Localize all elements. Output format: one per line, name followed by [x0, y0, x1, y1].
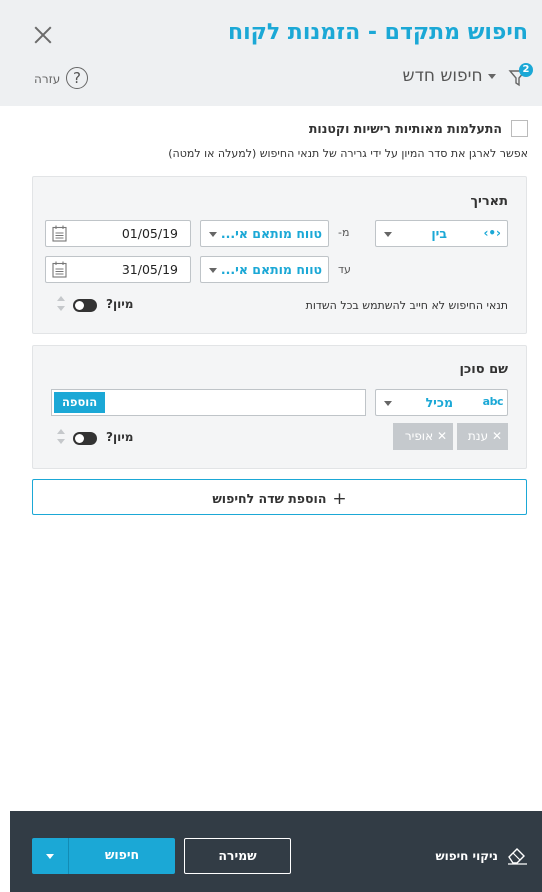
from-range-mode-value: טווח מותאם אי...: [220, 226, 322, 241]
clear-search-label[interactable]: ניקוי חיפוש: [435, 849, 498, 863]
sort-label: מיון?: [106, 430, 134, 444]
chevron-down-icon: [209, 268, 217, 273]
plus-icon: +: [332, 489, 347, 509]
sort-toggle[interactable]: [73, 432, 97, 445]
date-operator-dropdown[interactable]: ‹•› בין: [375, 220, 508, 247]
value-chip[interactable]: ✕ ענת: [457, 423, 508, 450]
new-search-dropdown[interactable]: חיפוש חדש: [403, 66, 502, 86]
to-date-input[interactable]: 31/05/19: [45, 256, 191, 283]
eraser-icon[interactable]: [506, 845, 528, 865]
chevron-down-icon: [384, 401, 392, 406]
to-range-mode-value: טווח מותאם אי...: [220, 262, 322, 277]
chevron-down-icon: [384, 232, 392, 237]
help-label[interactable]: עזרה: [34, 72, 60, 86]
date-panel-title: תאריך: [470, 194, 508, 209]
chip-remove-icon[interactable]: ✕: [437, 429, 447, 443]
filter-count-badge: 2: [519, 63, 533, 77]
new-search-label: חיפוש חדש: [402, 66, 483, 86]
close-icon[interactable]: [34, 26, 52, 44]
from-range-mode-dropdown[interactable]: טווח מותאם אי...: [200, 220, 329, 247]
sort-arrows-icon[interactable]: [56, 296, 66, 312]
save-button[interactable]: שמירה: [184, 838, 291, 874]
from-date-value: 01/05/19: [121, 226, 178, 241]
to-date-value: 31/05/19: [121, 262, 178, 277]
sort-label: מיון?: [106, 297, 134, 311]
sort-arrows-icon[interactable]: [56, 429, 66, 445]
text-type-icon: abc: [482, 395, 504, 408]
agent-panel-title: שם סוכן: [459, 362, 508, 377]
save-button-label: שמירה: [218, 848, 257, 863]
sort-toggle[interactable]: [73, 299, 97, 312]
range-icon: ‹•›: [483, 226, 501, 240]
page-title: חיפוש מתקדם - הזמנות לקוח: [227, 20, 528, 45]
chip-label: אופיר: [404, 429, 434, 443]
chevron-down-icon[interactable]: [46, 854, 54, 859]
agent-operator-value: מכיל: [425, 395, 453, 410]
date-operator-value: בין: [431, 226, 447, 241]
calendar-icon[interactable]: [52, 225, 67, 242]
search-button-label: חיפוש: [104, 847, 140, 862]
drag-sort-hint: אפשר לארגן את סדר המיון על ידי גרירה של …: [168, 147, 528, 160]
chip-label: ענת: [467, 429, 489, 443]
add-search-field-button[interactable]: + הוספת שדה לחיפוש: [32, 479, 527, 515]
chevron-down-icon: [209, 232, 217, 237]
search-button[interactable]: חיפוש: [32, 838, 175, 874]
from-label: מ-: [338, 226, 350, 239]
agent-name-input[interactable]: הוספה: [51, 389, 366, 416]
chip-remove-icon[interactable]: ✕: [492, 429, 502, 443]
footer-toolbar: חיפוש שמירה ניקוי חיפוש: [10, 811, 542, 892]
agent-condition-panel[interactable]: שם סוכן abc מכיל הוספה ✕ ענת ✕ אופיר מיו…: [32, 345, 527, 469]
to-range-mode-dropdown[interactable]: טווח מותאם אי...: [200, 256, 329, 283]
from-date-input[interactable]: 01/05/19: [45, 220, 191, 247]
add-value-button[interactable]: הוספה: [54, 392, 106, 413]
fields-hint: תנאי החיפוש לא חייב להשתמש בכל השדות: [305, 299, 508, 312]
case-insensitive-label[interactable]: התעלמות מאותיות רישיות וקטנות: [309, 121, 502, 136]
date-condition-panel[interactable]: תאריך ‹•› בין מ- עד טווח מותאם אי... 01/…: [32, 176, 527, 334]
agent-operator-dropdown[interactable]: abc מכיל: [375, 389, 508, 416]
add-search-field-label: הוספת שדה לחיפוש: [212, 491, 327, 506]
calendar-icon[interactable]: [52, 261, 67, 278]
chevron-down-icon: [488, 73, 496, 79]
case-insensitive-checkbox[interactable]: [511, 120, 528, 137]
header: חיפוש מתקדם - הזמנות לקוח ? עזרה חיפוש ח…: [0, 0, 542, 106]
value-chip[interactable]: ✕ אופיר: [393, 423, 453, 450]
to-label: עד: [338, 263, 351, 276]
help-icon[interactable]: ?: [66, 67, 88, 89]
